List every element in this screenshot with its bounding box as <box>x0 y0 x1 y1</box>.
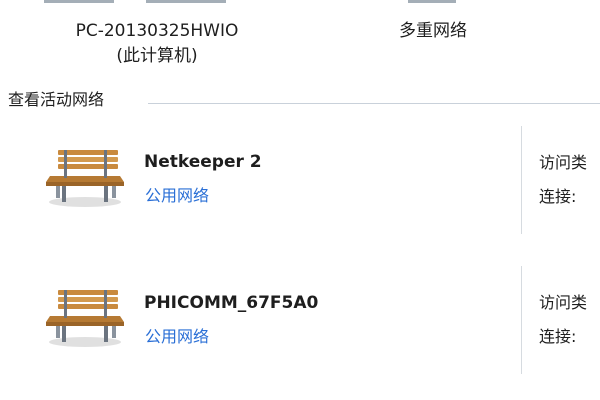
section-divider <box>148 103 600 104</box>
network-sharing-center: PC-20130325HWIO (此计算机) 多重网络 查看活动网络 Netke <box>0 0 600 400</box>
row-divider <box>521 266 522 374</box>
network-name: Netkeeper 2 <box>144 152 262 172</box>
network-icon <box>408 0 456 3</box>
access-type-label: 访问类 <box>539 293 588 312</box>
network-row: Netkeeper 2 公用网络 访问类 连接: <box>0 126 600 236</box>
multiple-networks-label: 多重网络 <box>399 21 467 41</box>
connector-line-icon <box>146 0 226 3</box>
active-networks-header: 查看活动网络 <box>8 89 600 111</box>
park-bench-icon <box>46 290 124 347</box>
connection-label: 连接: <box>539 327 577 346</box>
section-title: 查看活动网络 <box>8 91 109 109</box>
network-row: PHICOMM_67F5A0 公用网络 访问类 连接: <box>0 266 600 376</box>
connection-label: 连接: <box>539 187 577 206</box>
network-type-link[interactable]: 公用网络 <box>145 186 209 205</box>
computer-subtitle-label: (此计算机) <box>116 46 198 66</box>
top-icon-strip <box>0 0 600 4</box>
network-type-link[interactable]: 公用网络 <box>145 327 209 346</box>
access-type-label: 访问类 <box>539 153 588 172</box>
network-name: PHICOMM_67F5A0 <box>144 293 319 313</box>
computer-icon <box>44 0 114 3</box>
row-divider <box>521 126 522 234</box>
computer-name-label: PC-20130325HWIO <box>75 21 239 41</box>
park-bench-icon <box>46 150 124 207</box>
